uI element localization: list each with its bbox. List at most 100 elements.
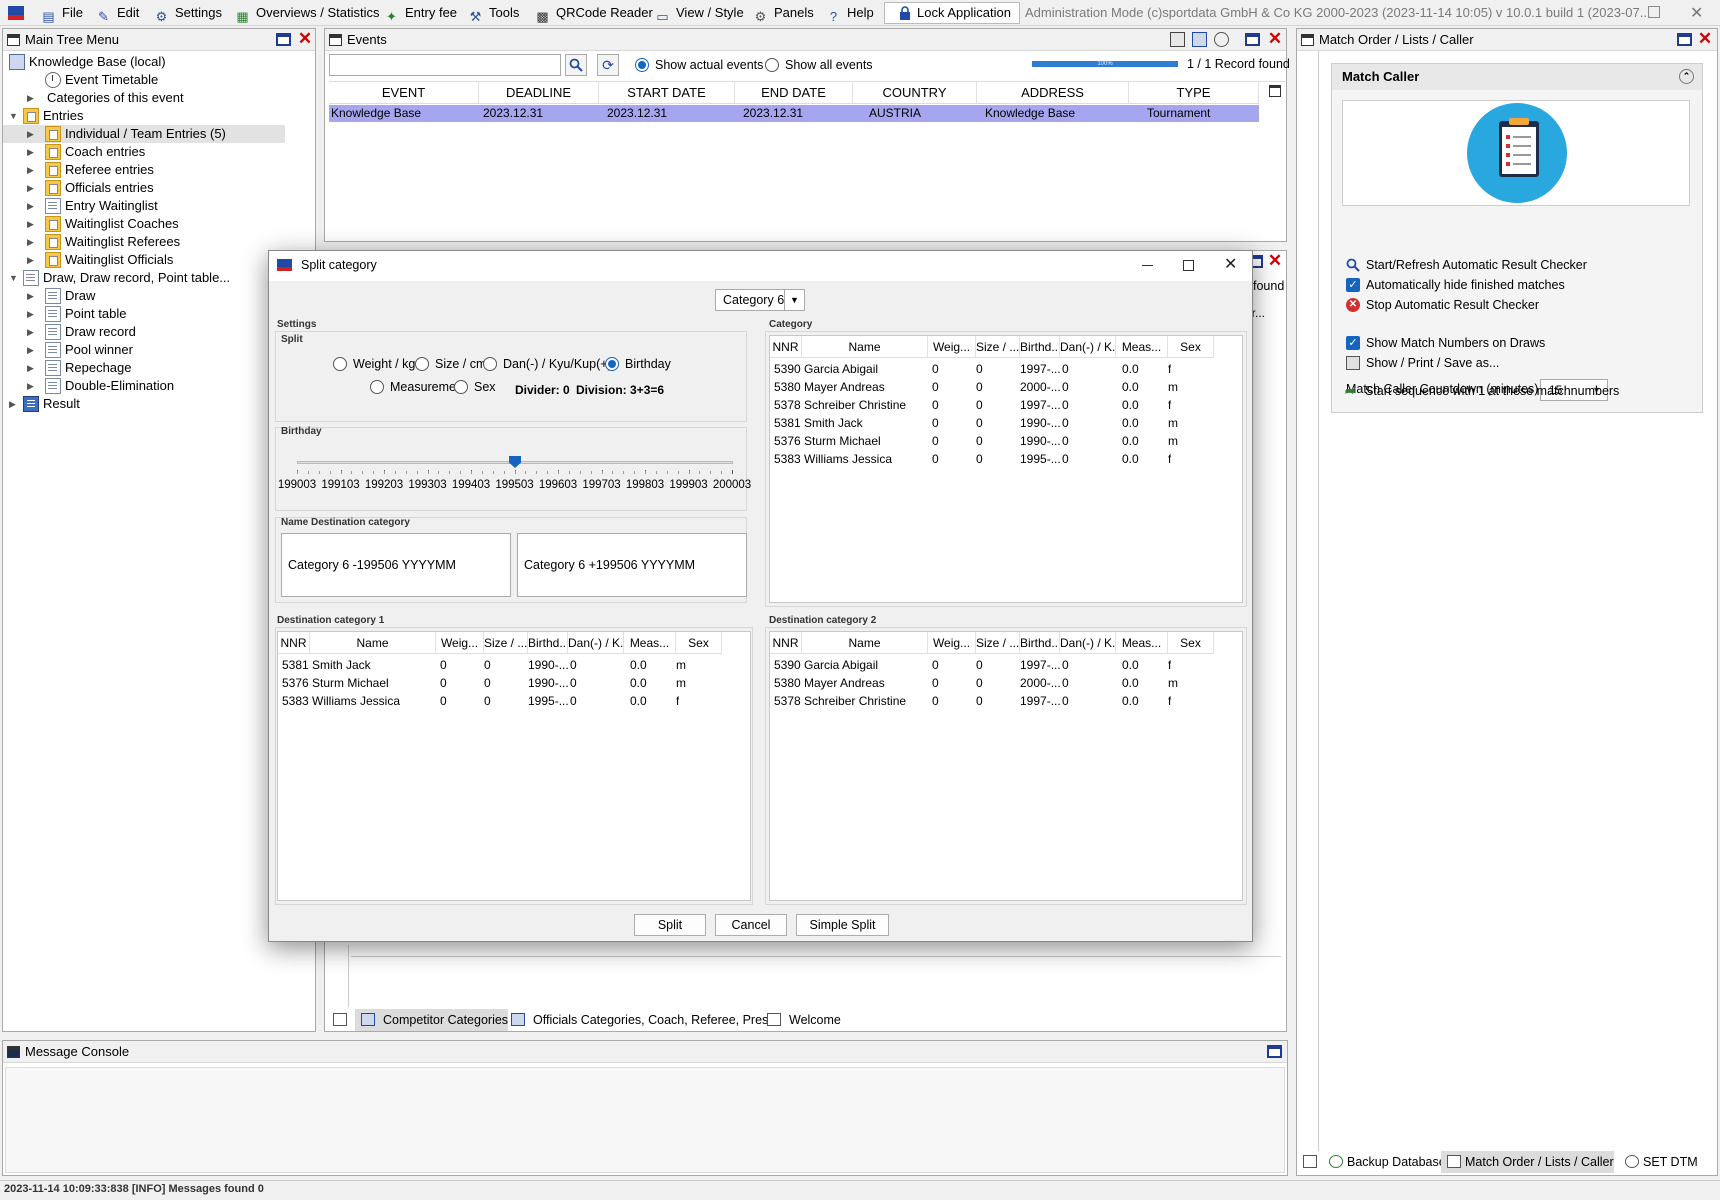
events-column-header[interactable]: EVENT — [329, 82, 479, 104]
column-header[interactable]: Size / ... — [484, 632, 528, 654]
chevron-right-icon[interactable]: ▶ — [27, 219, 35, 229]
column-header[interactable]: Size / ... — [976, 632, 1020, 654]
table-row[interactable]: 5380 Mayer Andreas 0 0 2000-... 0 0.0 m — [770, 378, 1242, 396]
column-header[interactable]: NNR — [278, 632, 310, 654]
column-header[interactable]: Birthd... — [528, 632, 568, 654]
simple-split-button[interactable]: Simple Split — [796, 914, 889, 936]
tree-item-event-timetable[interactable]: Event Timetable — [3, 71, 285, 89]
show-print-save-button[interactable]: Show / Print / Save as... — [1346, 354, 1499, 372]
events-column-header[interactable]: END DATE — [735, 82, 853, 104]
tree-item-draw[interactable]: ▶ Draw — [3, 287, 285, 305]
radio-size[interactable]: Size / cm — [415, 355, 486, 373]
close-panel-button[interactable]: ✕ — [1697, 30, 1713, 48]
start-refresh-checker-button[interactable]: Start/Refresh Automatic Result Checker — [1346, 256, 1587, 274]
events-column-header[interactable]: START DATE — [599, 82, 735, 104]
tree-item-waitinglist-referees[interactable]: ▶ Waitinglist Referees — [3, 233, 285, 251]
tree-item-knowledge-base[interactable]: Knowledge Base (local) — [3, 53, 285, 71]
tab-officials-categories[interactable]: Officials Categories, Coach, Referee, Pr… — [505, 1009, 775, 1031]
slider-thumb[interactable] — [509, 456, 521, 468]
column-header[interactable]: Name — [802, 336, 928, 358]
column-header[interactable]: Meas... — [1116, 336, 1168, 358]
chevron-down-icon[interactable]: ▼ — [9, 273, 18, 283]
tree-item-draw-record[interactable]: ▶ Draw record — [3, 323, 285, 341]
chevron-right-icon[interactable]: ▶ — [27, 147, 35, 157]
table-row[interactable]: 5381 Smith Jack 0 0 1990-... 0 0.0 m — [278, 656, 750, 674]
column-header[interactable]: Weig... — [928, 336, 976, 358]
column-header[interactable]: NNR — [770, 632, 802, 654]
restore-window-button[interactable] — [1648, 6, 1660, 18]
chevron-right-icon[interactable]: ▶ — [27, 237, 35, 247]
menu-tools[interactable]: ⚒ Tools — [467, 0, 520, 26]
table-row[interactable]: 5383 Williams Jessica 0 0 1995-... 0 0.0 f — [770, 450, 1242, 468]
column-header[interactable]: Weig... — [436, 632, 484, 654]
menu-settings[interactable]: ⚙ Settings — [153, 0, 222, 26]
column-header[interactable]: Sex — [1168, 632, 1214, 654]
radio-show-all[interactable]: Show all events — [765, 56, 873, 74]
tree-item-referee-entries[interactable]: ▶ Referee entries — [3, 161, 285, 179]
birthday-slider[interactable] — [297, 456, 733, 481]
auto-hide-checkbox[interactable]: ✓ Automatically hide finished matches — [1346, 276, 1565, 294]
events-column-header[interactable]: COUNTRY — [853, 82, 977, 104]
close-panel-button[interactable]: ✕ — [297, 30, 313, 48]
tree-item-entries[interactable]: ▼ Entries — [3, 107, 285, 125]
maximize-button[interactable] — [1183, 260, 1194, 271]
table-row[interactable]: 5390 Garcia Abigail 0 0 1997-... 0 0.0 f — [770, 656, 1242, 674]
radio-show-actual[interactable]: Show actual events — [635, 56, 763, 74]
column-header[interactable]: Sex — [1168, 336, 1214, 358]
tree-item-waitinglist-coaches[interactable]: ▶ Waitinglist Coaches — [3, 215, 285, 233]
settings-icon[interactable] — [1214, 32, 1229, 47]
radio-weight[interactable]: Weight / kg — [333, 355, 415, 373]
search-button[interactable] — [565, 54, 587, 76]
split-button[interactable]: Split — [634, 914, 706, 936]
chevron-right-icon[interactable]: ▶ — [27, 291, 35, 301]
minimize-button[interactable] — [1142, 265, 1153, 266]
column-header[interactable]: Dan(-) / K... — [568, 632, 624, 654]
chevron-right-icon[interactable]: ▶ — [27, 309, 35, 319]
show-match-numbers-checkbox[interactable]: ✓ Show Match Numbers on Draws — [1346, 334, 1545, 352]
tree-item-pool-winner[interactable]: ▶ Pool winner — [3, 341, 285, 359]
menu-edit[interactable]: ✎ Edit — [95, 0, 139, 26]
maximize-panel-button[interactable] — [1267, 1045, 1282, 1058]
maximize-panel-button[interactable] — [1245, 33, 1260, 46]
close-panel-button[interactable]: ✕ — [1267, 252, 1283, 270]
dest-name-1-field[interactable]: Category 6 -199506 YYYYMM — [281, 533, 511, 597]
radio-dan-kyu[interactable]: Dan(-) / Kyu/Kup(+) — [483, 355, 612, 373]
start-sequence-button[interactable]: ➦ Start sequence with 1 at these matchnum… — [1345, 382, 1619, 400]
chevron-right-icon[interactable]: ▶ — [27, 93, 35, 103]
tree-item-individual-team-entries[interactable]: ▶ Individual / Team Entries (5) — [3, 125, 285, 143]
column-header[interactable]: Birthd... — [1020, 632, 1060, 654]
column-settings-icon[interactable] — [1269, 85, 1281, 97]
menu-help[interactable]: ? Help — [825, 0, 874, 26]
close-panel-button[interactable]: ✕ — [1267, 30, 1283, 48]
maximize-panel-button[interactable] — [1677, 33, 1692, 46]
chevron-right-icon[interactable]: ▶ — [27, 327, 35, 337]
chevron-right-icon[interactable]: ▶ — [27, 381, 35, 391]
tree-item-repechage[interactable]: ▶ Repechage — [3, 359, 285, 377]
right-panel-toggle[interactable] — [1299, 1151, 1321, 1173]
chevron-right-icon[interactable]: ▶ — [27, 201, 35, 211]
refresh-button[interactable]: ⟳ — [597, 54, 619, 76]
tree-item-double-elimination[interactable]: ▶ Double-Elimination — [3, 377, 285, 395]
chevron-right-icon[interactable]: ▶ — [27, 345, 35, 355]
tree-item-result[interactable]: ▶ Result — [3, 395, 285, 413]
tree-item-point-table[interactable]: ▶ Point table — [3, 305, 285, 323]
lock-application-button[interactable]: Lock Application — [884, 2, 1020, 24]
column-header[interactable]: Name — [310, 632, 436, 654]
tree-item-draw-record-point-table[interactable]: ▼ Draw, Draw record, Point table... — [3, 269, 285, 287]
events-column-header[interactable]: ADDRESS — [977, 82, 1129, 104]
stop-checker-button[interactable]: ✕ Stop Automatic Result Checker — [1346, 296, 1539, 314]
category-select[interactable]: Category 6 ▼ — [715, 289, 805, 311]
menu-qrcode[interactable]: ▩ QRCode Reader — [534, 0, 652, 26]
dest-name-2-field[interactable]: Category 6 +199506 YYYYMM — [517, 533, 747, 597]
tree-item-officials-entries[interactable]: ▶ Officials entries — [3, 179, 285, 197]
tab-competitor-categories-label[interactable]: Competitor Categories — [355, 1009, 509, 1031]
tab-match-order[interactable]: Match Order / Lists / Caller — [1441, 1151, 1614, 1173]
collapse-icon[interactable]: ⌃ — [1679, 69, 1694, 84]
table-row[interactable]: 5378 Schreiber Christine 0 0 1997-... 0 0.0 f — [770, 692, 1242, 710]
menu-overviews[interactable]: ▦ Overviews / Statistics — [234, 0, 379, 26]
chevron-down-icon[interactable]: ▼ — [9, 111, 18, 121]
table-row[interactable]: 5381 Smith Jack 0 0 1990-... 0 0.0 m — [770, 414, 1242, 432]
column-header[interactable]: Meas... — [624, 632, 676, 654]
close-window-button[interactable]: ✕ — [1690, 3, 1703, 23]
table-row[interactable]: 5383 Williams Jessica 0 0 1995-... 0 0.0 f — [278, 692, 750, 710]
